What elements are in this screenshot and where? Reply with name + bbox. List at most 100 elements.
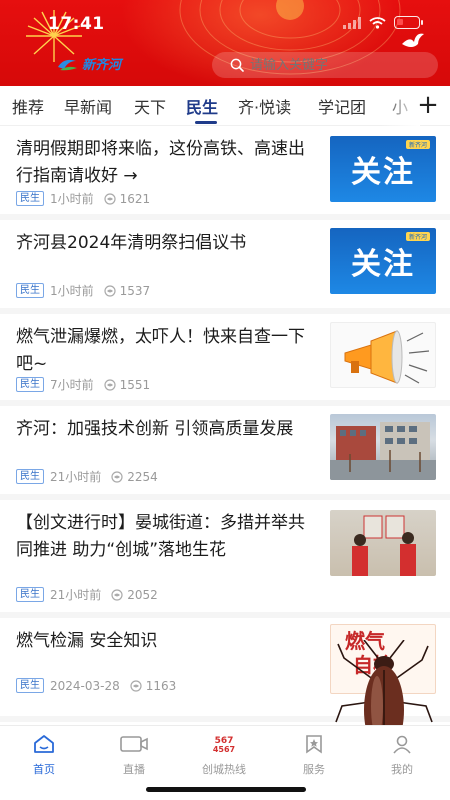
nav-label: 创城热线 xyxy=(202,763,246,776)
view-count: 2254 xyxy=(111,470,158,484)
thumbnail-text: 关注 xyxy=(351,155,415,190)
nav-hotline[interactable]: 567 4567 创城热线 xyxy=(194,734,254,777)
article-title: 燃气检漏 安全知识 xyxy=(16,631,158,651)
search-input[interactable] xyxy=(250,57,420,73)
tab-world[interactable]: 天下 xyxy=(134,94,166,118)
bookmark-star-icon xyxy=(306,735,322,754)
article-title: 燃气泄漏爆燃，太吓人！快来自查一下吧~ xyxy=(16,327,305,374)
article-title: 清明假期即将来临，这份高铁、高速出行指南请收好 → xyxy=(16,139,305,186)
view-icon xyxy=(111,470,123,483)
search-bar[interactable] xyxy=(212,52,438,78)
view-icon xyxy=(130,679,142,692)
megaphone-icon xyxy=(344,330,430,384)
hotline-icon: 567 4567 xyxy=(213,736,235,754)
status-time: 17:41 xyxy=(48,14,105,34)
active-tab-indicator xyxy=(195,121,217,124)
view-count-value: 1551 xyxy=(119,377,151,392)
view-count-value: 2254 xyxy=(127,469,158,484)
article-thumbnail: 新齐河 关注 xyxy=(330,228,436,294)
article-time: 7小时前 xyxy=(50,378,94,392)
category-tag: 民生 xyxy=(16,587,44,602)
street-photo xyxy=(330,422,436,480)
search-icon xyxy=(230,58,244,72)
tab-reading[interactable]: 齐·悦读 xyxy=(238,94,291,118)
app-logo[interactable]: 新齐河 xyxy=(56,54,121,73)
view-icon xyxy=(104,192,116,205)
article-time: 2024-03-28 xyxy=(50,678,120,693)
list-item[interactable]: 燃气泄漏爆燃，太吓人！快来自查一下吧~ 民生 7小时前 1551 xyxy=(0,314,450,406)
thumbnail-badge: 新齐河 xyxy=(405,140,430,149)
article-thumbnail xyxy=(330,510,436,576)
tab-morning-news[interactable]: 早新闻 xyxy=(64,94,112,118)
article-meta: 民生 2024-03-28 1163 xyxy=(16,678,176,693)
article-meta: 民生 1小时前 1621 xyxy=(16,190,150,207)
channel-tabs: 推荐 早新闻 天下 民生 齐·悦读 学记团 小 + xyxy=(0,86,450,126)
tab-student-reporters[interactable]: 学记团 xyxy=(318,94,366,118)
status-icons xyxy=(343,16,423,29)
signal-icon xyxy=(343,16,361,29)
article-meta: 民生 21小时前 2052 xyxy=(16,586,158,603)
user-icon xyxy=(393,735,411,754)
view-icon xyxy=(111,588,123,601)
app-header: 17:41 新齐河 xyxy=(0,0,450,86)
list-item[interactable]: 清明假期即将来临，这份高铁、高速出行指南请收好 → 民生 1小时前 1621 新… xyxy=(0,126,450,220)
nav-label: 我的 xyxy=(391,763,413,776)
article-title: 齐河县2024年清明祭扫倡议书 xyxy=(16,233,247,253)
thumbnail-text: 关注 xyxy=(351,247,415,282)
nav-live[interactable]: 直播 xyxy=(104,734,164,777)
nav-home[interactable]: 首页 xyxy=(14,734,74,777)
volunteers-photo xyxy=(352,515,416,576)
article-time: 21小时前 xyxy=(50,588,102,602)
article-meta: 民生 21小时前 2254 xyxy=(16,468,158,485)
tab-livelihood[interactable]: 民生 xyxy=(186,94,218,118)
article-time: 1小时前 xyxy=(50,192,94,206)
view-count-value: 1163 xyxy=(145,678,177,693)
home-indicator[interactable] xyxy=(146,787,306,792)
view-count: 2052 xyxy=(111,588,158,602)
hotline-badge-bottom: 4567 xyxy=(213,745,235,754)
view-icon xyxy=(104,378,116,391)
list-item[interactable]: 齐河：加强技术创新 引领高质量发展 民生 21小时前 2254 xyxy=(0,406,450,500)
nav-me[interactable]: 我的 xyxy=(372,734,432,777)
category-tag: 民生 xyxy=(16,377,44,392)
video-camera-icon xyxy=(120,736,148,752)
status-bar: 17:41 xyxy=(0,0,450,44)
category-tag: 民生 xyxy=(16,191,44,206)
category-tag: 民生 xyxy=(16,469,44,484)
tab-recommend[interactable]: 推荐 xyxy=(12,94,44,118)
thumbnail-badge: 新齐河 xyxy=(405,232,430,241)
logo-icon xyxy=(58,59,77,70)
category-tag: 民生 xyxy=(16,678,44,693)
plus-icon[interactable]: + xyxy=(416,90,440,120)
battery-icon xyxy=(394,16,423,29)
article-meta: 民生 7小时前 1551 xyxy=(16,376,150,393)
home-icon xyxy=(34,735,54,753)
article-title: 齐河：加强技术创新 引领高质量发展 xyxy=(16,419,294,439)
view-count: 1163 xyxy=(130,678,177,693)
logo-text: 新齐河 xyxy=(82,58,122,73)
view-count: 1537 xyxy=(104,283,151,298)
tab-fade xyxy=(380,86,420,126)
nav-label: 服务 xyxy=(303,763,325,776)
list-item[interactable]: 齐河县2024年清明祭扫倡议书 民生 1小时前 1537 新齐河 关注 xyxy=(0,220,450,314)
article-thumbnail xyxy=(330,414,436,480)
list-item[interactable]: 【创文进行时】晏城街道：多措并举共同推进 助力“创城”落地生花 民生 21小时前… xyxy=(0,500,450,618)
view-icon xyxy=(104,284,116,297)
wifi-icon xyxy=(369,16,386,29)
nav-label: 直播 xyxy=(123,763,145,776)
view-count-value: 1537 xyxy=(119,283,151,298)
article-thumbnail xyxy=(330,322,436,388)
article-time: 21小时前 xyxy=(50,470,102,484)
article-title: 【创文进行时】晏城街道：多措并举共同推进 助力“创城”落地生花 xyxy=(16,513,305,560)
view-count: 1551 xyxy=(104,377,151,392)
nav-label: 首页 xyxy=(33,763,55,776)
article-thumbnail: 新齐河 关注 xyxy=(330,136,436,202)
nav-services[interactable]: 服务 xyxy=(284,734,344,777)
article-time: 1小时前 xyxy=(50,284,94,298)
article-meta: 民生 1小时前 1537 xyxy=(16,282,150,299)
view-count-value: 2052 xyxy=(127,587,158,602)
view-count: 1621 xyxy=(104,191,151,206)
category-tag: 民生 xyxy=(16,283,44,298)
dove-icon xyxy=(402,33,424,47)
view-count-value: 1621 xyxy=(119,191,151,206)
